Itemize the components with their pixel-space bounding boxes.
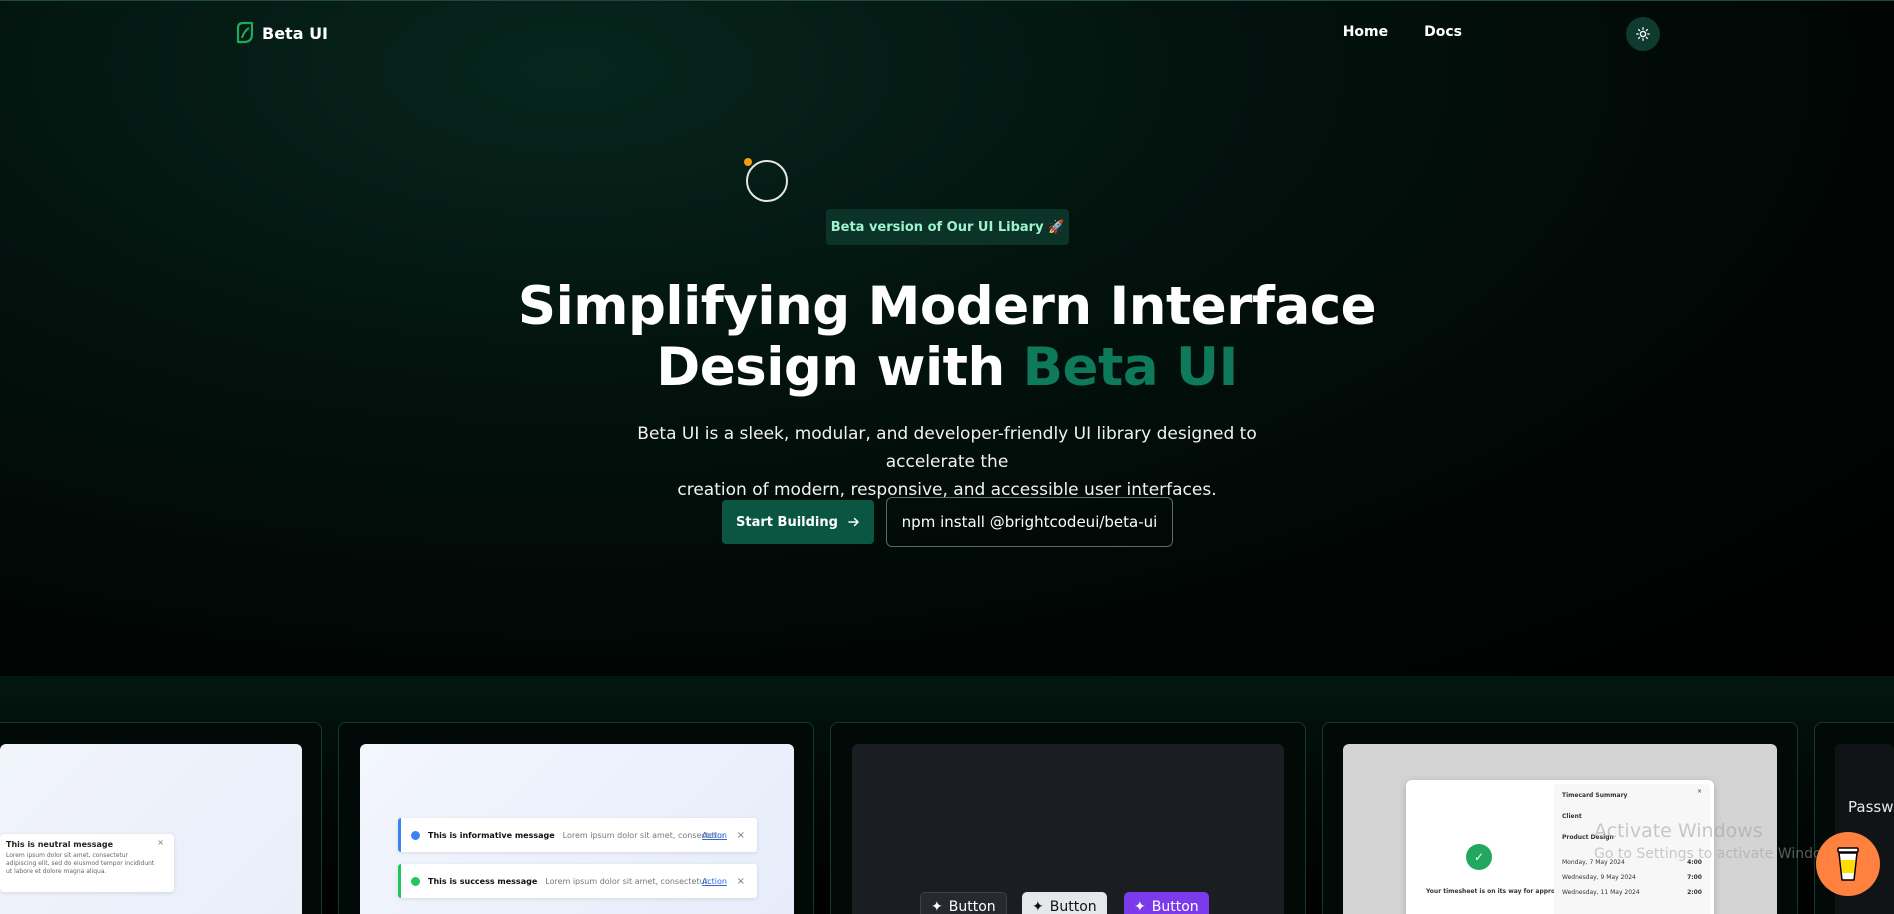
brand-name: Beta UI [262,23,329,43]
brand-logo[interactable]: Beta UI [234,20,328,46]
info-alert-action[interactable]: Action [702,831,727,840]
success-alert-body: Lorem ipsum dolor sit amet, consectetur. [545,876,710,886]
demo-button-light[interactable]: ✦ Button [1022,892,1107,914]
demo-button-label: Button [1049,899,1097,914]
coffee-cup-icon [1837,847,1859,881]
sparkle-icon: ✦ [931,899,943,914]
demo-button-label: Button [948,899,996,914]
buy-me-a-coffee-button[interactable] [1816,832,1880,896]
windows-activation-watermark: Activate Windows Go to Settings to activ… [1594,820,1845,862]
beta-badge: Beta version of Our UI Libary 🚀 [826,209,1069,245]
cursor-dot [744,158,752,166]
watermark-line2: Go to Settings to activate Windows. [1594,846,1845,862]
showcase-preview-buttons [852,744,1284,914]
subtitle-line1: Beta UI is a sleek, modular, and develop… [637,424,1257,472]
sparkle-icon: ✦ [1032,899,1044,914]
timesheet-row: Wednesday, 11 May 2024 2:00 [1562,889,1702,896]
check-icon: ✓ [1466,844,1492,870]
sun-icon [1636,27,1650,41]
timesheet-message: Your timesheet is on its way for approva… [1426,888,1568,895]
hero-subtitle: Beta UI is a sleek, modular, and develop… [597,420,1297,504]
page-title: Simplifying Modern Interface Design with… [447,276,1447,398]
row-date: Wednesday, 11 May 2024 [1562,889,1640,896]
headline-line2: Design with [656,337,1023,398]
showcase-preview-toast: This is neutral message Lorem ipsum dolo… [0,744,302,914]
timesheet-row: Wednesday, 9 May 2024 7:00 [1562,874,1702,881]
headline-accent: Beta UI [1022,337,1239,398]
neutral-toast: This is neutral message Lorem ipsum dolo… [0,834,174,892]
theme-toggle-button[interactable] [1626,17,1660,51]
row-hours: 7:00 [1687,874,1702,881]
sparkle-icon: ✦ [1134,899,1146,914]
close-icon[interactable]: × [157,838,164,847]
timesheet-field: Client [1562,813,1582,820]
close-icon[interactable]: × [737,876,745,887]
password-label: Passw [1848,798,1894,816]
info-alert-title: This is informative message [428,830,555,840]
nav-links: Home Docs [1343,24,1462,40]
cursor-ring [746,160,788,202]
npm-install-command: npm install @brightcodeui/beta-ui [901,513,1158,531]
npm-install-button[interactable]: npm install @brightcodeui/beta-ui [886,497,1173,547]
row-date: Wednesday, 9 May 2024 [1562,874,1636,881]
row-hours: 2:00 [1687,889,1702,896]
demo-button-label: Button [1151,899,1199,914]
success-alert: This is success message Lorem ipsum dolo… [398,864,757,898]
watermark-line1: Activate Windows [1594,820,1763,842]
nav-link-docs[interactable]: Docs [1424,24,1462,40]
demo-button-purple[interactable]: ✦ Button [1124,892,1209,914]
headline-line1: Simplifying Modern Interface [517,276,1377,337]
timesheet-title: Timecard Summary [1562,792,1628,799]
close-icon[interactable]: × [737,830,745,841]
check-circle-icon [411,876,420,886]
start-building-button[interactable]: Start Building [722,500,874,544]
info-alert: This is informative message Lorem ipsum … [398,818,757,852]
success-alert-title: This is success message [428,876,538,886]
badge-text: Beta version of Our UI Libary 🚀 [830,219,1065,235]
toast-body: Lorem ipsum dolor sit amet, consectetur … [6,852,155,875]
info-icon [411,830,420,840]
arrow-right-icon [848,517,859,527]
start-building-label: Start Building [736,514,838,530]
demo-button-dark[interactable]: ✦ Button [920,892,1007,914]
leaf-logo-icon [236,21,254,44]
nav-link-home[interactable]: Home [1343,24,1388,40]
toast-title: This is neutral message [6,840,114,849]
close-icon[interactable]: × [1697,788,1702,795]
success-alert-action[interactable]: Action [702,877,727,886]
